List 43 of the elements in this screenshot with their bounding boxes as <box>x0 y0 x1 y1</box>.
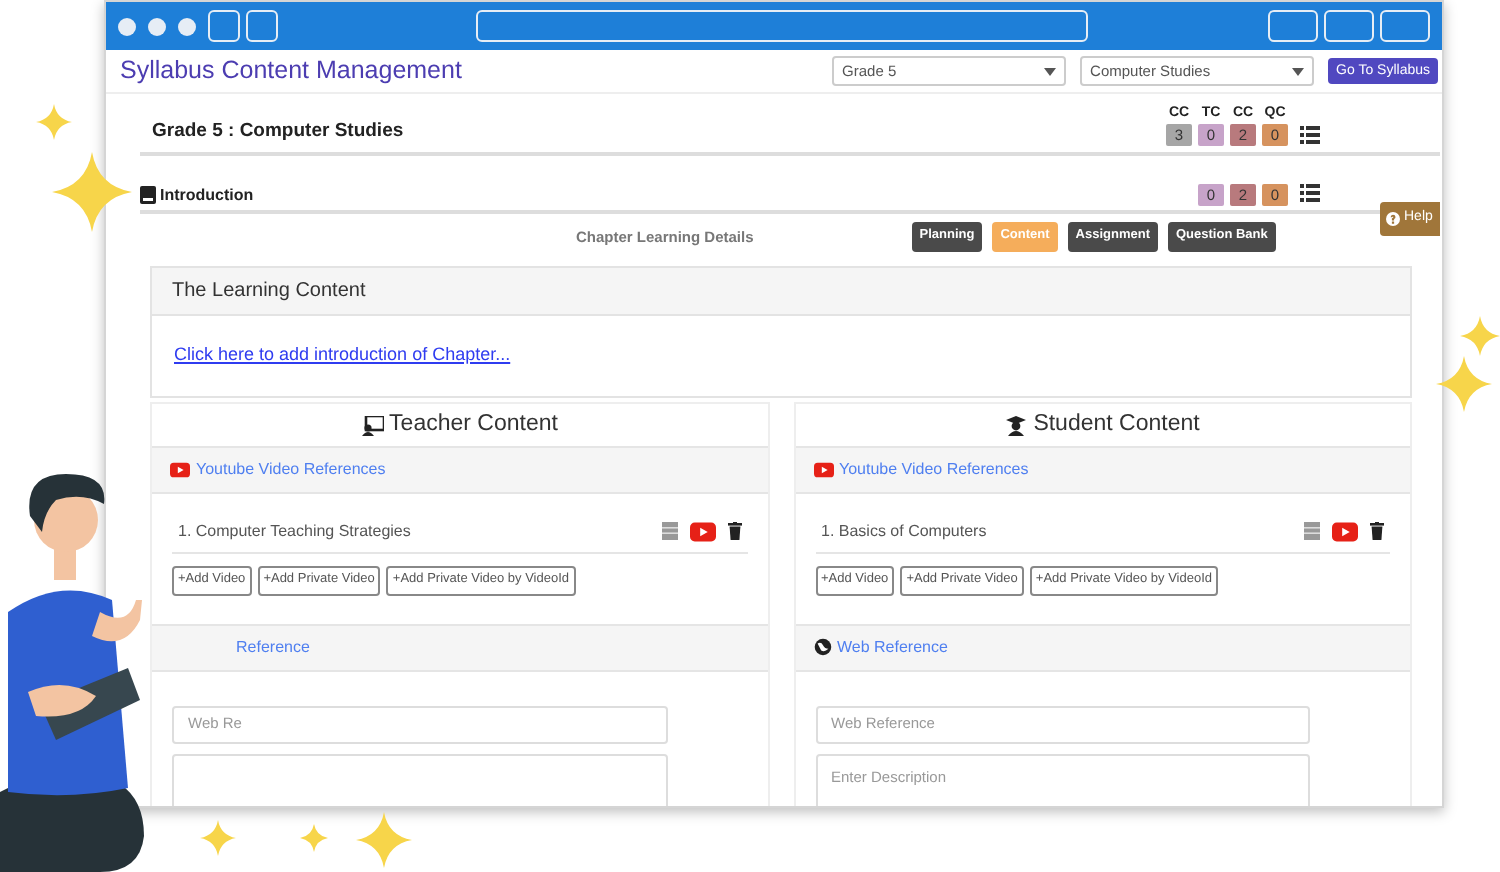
window-dot-icon[interactable] <box>178 17 196 35</box>
video-title: 1. Computer Teaching Strategies <box>178 519 411 543</box>
description-field[interactable] <box>172 753 667 806</box>
nav-button[interactable] <box>246 10 278 42</box>
youtube-icon <box>170 462 190 478</box>
toolbar-button[interactable] <box>1324 10 1374 42</box>
card-title: The Learning Content <box>172 278 366 306</box>
window-dot-icon[interactable] <box>148 17 166 35</box>
toolbar-button[interactable] <box>1380 10 1430 42</box>
book-icon <box>140 186 156 204</box>
nav-button[interactable] <box>208 10 240 42</box>
sparkle-icon <box>36 104 72 140</box>
help-icon <box>1386 211 1400 226</box>
notes-icon[interactable] <box>1304 522 1320 540</box>
student-icon <box>1005 415 1028 435</box>
presentation-icon <box>361 415 384 435</box>
list-icon <box>1300 126 1320 144</box>
sparkle-icon <box>300 824 328 852</box>
column-title: Student Content <box>1033 409 1200 440</box>
sparkle-icon <box>52 152 132 232</box>
youtube-icon <box>813 462 833 478</box>
toolbar-button[interactable] <box>1268 10 1318 42</box>
globe-icon <box>813 638 831 656</box>
list-icon <box>1300 184 1320 202</box>
chapter-title: Introduction <box>160 183 254 207</box>
play-icon[interactable] <box>689 521 715 541</box>
notes-icon[interactable] <box>661 522 677 540</box>
address-bar[interactable] <box>476 10 1088 42</box>
sparkle-icon <box>1436 356 1492 412</box>
window-dot-icon[interactable] <box>118 17 136 35</box>
sparkle-icon <box>200 820 236 856</box>
course-title: Grade 5 : Computer Studies <box>152 117 404 146</box>
play-icon[interactable] <box>1332 521 1358 541</box>
page-title: Syllabus Content Management <box>120 54 462 89</box>
sparkle-icon <box>1460 316 1500 356</box>
caret-icon <box>1044 67 1057 75</box>
sparkle-icon <box>356 812 412 868</box>
add-introduction-link[interactable]: Click here to add introduction of Chapter... <box>174 342 511 370</box>
video-title: 1. Basics of Computers <box>821 519 987 543</box>
trash-icon[interactable] <box>727 522 741 540</box>
caret-icon <box>1292 67 1305 75</box>
trash-icon[interactable] <box>1370 522 1384 540</box>
column-title: Teacher Content <box>389 409 558 440</box>
